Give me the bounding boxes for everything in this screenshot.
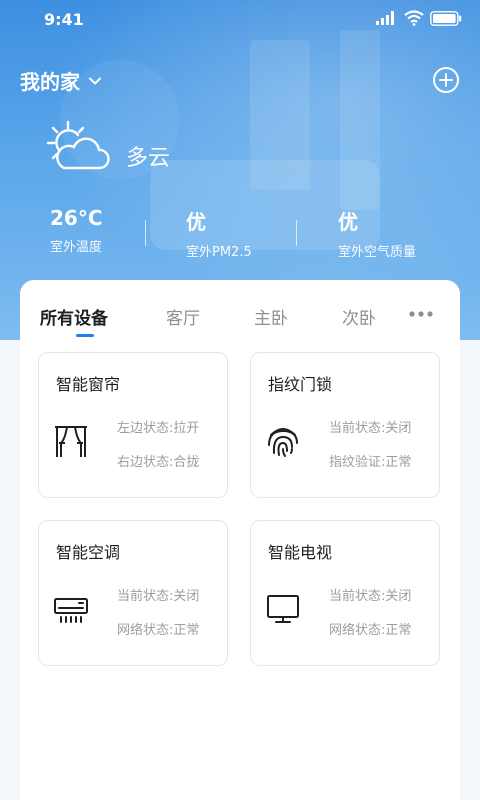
home-name: 我的家 <box>20 70 80 94</box>
device-status-1: 左边状态:拉开 <box>117 421 200 436</box>
device-name: 智能空调 <box>56 543 121 562</box>
device-status-1: 当前状态:关闭 <box>329 589 412 604</box>
home-selector[interactable]: 我的家 <box>20 66 102 95</box>
tv-icon <box>267 595 299 623</box>
chevron-down-icon <box>89 77 101 84</box>
stat-pm25: 优 室外PM2.5 <box>186 206 252 260</box>
tab-living-room[interactable]: 客厅 <box>166 304 200 329</box>
tab-all-devices[interactable]: 所有设备 <box>40 304 108 329</box>
more-icon[interactable] <box>408 310 434 318</box>
cloudy-weather-icon <box>46 120 110 170</box>
device-name: 智能电视 <box>268 543 333 562</box>
stat-label: 室外温度 <box>50 240 103 255</box>
device-panel: 所有设备 客厅 主卧 次卧 智能窗帘 左边状态:拉开 右边状态:合拢 指纹门锁 … <box>20 280 460 800</box>
curtain-icon <box>55 426 87 457</box>
stat-label: 室外PM2.5 <box>186 245 252 260</box>
device-name: 智能窗帘 <box>56 375 121 394</box>
tab-master-bedroom[interactable]: 主卧 <box>254 304 288 329</box>
status-bar: 9:41 <box>0 0 480 40</box>
device-card-door-lock[interactable]: 指纹门锁 当前状态:关闭 指纹验证:正常 <box>250 352 440 498</box>
device-status-2: 右边状态:合拢 <box>117 455 200 470</box>
device-card-air-conditioner[interactable]: 智能空调 当前状态:关闭 网络状态:正常 <box>38 520 228 666</box>
device-status-2: 网络状态:正常 <box>117 623 200 638</box>
stat-value: 优 <box>338 210 358 234</box>
stat-label: 室外空气质量 <box>338 245 417 260</box>
stat-value: 优 <box>186 210 206 234</box>
signal-icon <box>376 11 394 25</box>
device-name: 指纹门锁 <box>268 375 333 394</box>
device-card-curtain[interactable]: 智能窗帘 左边状态:拉开 右边状态:合拢 <box>38 352 228 498</box>
divider <box>296 220 297 246</box>
fingerprint-icon <box>268 428 298 457</box>
add-device-button[interactable] <box>432 66 460 94</box>
device-status-2: 网络状态:正常 <box>329 623 412 638</box>
weather-condition: 多云 <box>126 146 171 171</box>
tab-second-bedroom[interactable]: 次卧 <box>342 304 376 329</box>
status-time: 9:41 <box>44 10 84 29</box>
device-status-2: 指纹验证:正常 <box>329 455 412 470</box>
stat-air-quality: 优 室外空气质量 <box>338 206 416 260</box>
device-status-1: 当前状态:关闭 <box>117 589 200 604</box>
divider <box>145 220 146 246</box>
active-tab-indicator <box>76 334 94 337</box>
device-card-tv[interactable]: 智能电视 当前状态:关闭 网络状态:正常 <box>250 520 440 666</box>
battery-icon <box>430 11 462 26</box>
device-status-1: 当前状态:关闭 <box>329 421 412 436</box>
room-tabs: 所有设备 客厅 主卧 次卧 <box>20 280 460 340</box>
stat-temperature: 26°C 室外温度 <box>50 206 103 255</box>
air-conditioner-icon <box>54 598 88 623</box>
stat-value: 26°C <box>50 206 103 230</box>
wifi-icon <box>404 10 424 26</box>
